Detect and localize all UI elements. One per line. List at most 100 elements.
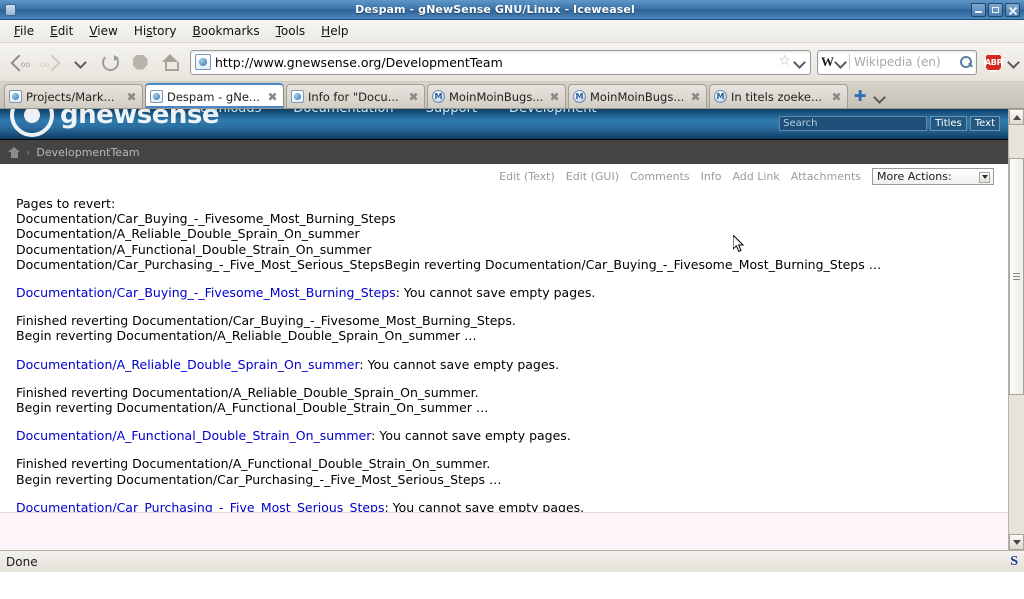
adblock-dropdown-icon[interactable] (1009, 58, 1018, 67)
tab-despam-active[interactable]: Despam - gNe... ✖ (145, 83, 284, 108)
tab-label: In titels zoeke... (731, 89, 822, 104)
reload-button[interactable] (96, 48, 124, 76)
content-line: Documentation/A_Functional_Double_Strain… (16, 241, 372, 257)
more-actions-select[interactable]: More Actions: (872, 167, 994, 185)
breadcrumb-page[interactable]: DevelopmentTeam (36, 146, 139, 159)
forward-button[interactable]: oo (36, 48, 64, 76)
tab-label: Despam - gNe... (167, 89, 260, 104)
tab-moinmoinbugs-1[interactable]: MoinMoinBugs... ✖ (427, 84, 566, 108)
back-arrow-icon: oo (12, 55, 31, 70)
status-message: Done (6, 554, 38, 569)
site-search-input[interactable]: Search (779, 116, 928, 131)
page-content: Pages to revert: Documentation/Car_Buyin… (0, 188, 1008, 543)
tab-close-icon[interactable]: ✖ (548, 91, 561, 103)
menu-help[interactable]: Help (313, 22, 356, 40)
browser-viewport: gnewsense Downloads Documentation Suppor… (0, 109, 1024, 550)
menu-edit[interactable]: Edit (42, 22, 81, 40)
home-icon[interactable] (8, 146, 20, 158)
error-message: : You cannot save empty pages. (359, 356, 560, 372)
home-button[interactable] (156, 48, 184, 76)
tab-in-titels-zoeken[interactable]: In titels zoeke... ✖ (709, 84, 848, 108)
address-bar[interactable]: http://www.gnewsense.org/DevelopmentTeam… (190, 49, 811, 75)
search-bar[interactable]: W Wikipedia (en) (817, 49, 977, 75)
scrollbar-thumb[interactable] (1009, 157, 1024, 395)
menu-file-rest: ile (20, 24, 35, 38)
moinmoin-favicon-icon (573, 90, 586, 103)
wiki-link[interactable]: Documentation/Car_Buying_-_Fivesome_Most… (16, 285, 396, 300)
search-engine-selector[interactable]: W (821, 54, 850, 70)
site-logo[interactable]: gnewsense (10, 109, 220, 137)
content-line: Documentation/A_Functional_Double_Strain… (16, 428, 994, 443)
menu-view[interactable]: View (81, 22, 125, 40)
menu-bookmarks[interactable]: Bookmarks (185, 22, 268, 40)
window-title: Despam - gNewSense GNU/Linux - Iceweasel (355, 3, 635, 16)
scrollbar-track[interactable] (1009, 125, 1024, 534)
tab-projects-mark[interactable]: Projects/Mark... ✖ (4, 84, 143, 108)
star-icon[interactable]: ☆ (777, 54, 792, 69)
wiki-link[interactable]: Documentation/A_Reliable_Double_Sprain_O… (16, 357, 359, 372)
tab-close-icon[interactable]: ✖ (407, 91, 420, 103)
moinmoin-favicon-icon (432, 90, 445, 103)
tab-label: MoinMoinBugs... (590, 89, 685, 104)
close-button[interactable] (1005, 2, 1020, 17)
search-input[interactable]: Wikipedia (en) (854, 55, 960, 69)
tab-close-icon[interactable]: ✖ (266, 91, 279, 103)
maximize-button[interactable] (988, 2, 1003, 17)
content-line: Pages to revert: (16, 196, 116, 211)
tab-close-icon[interactable]: ✖ (125, 91, 138, 103)
breadcrumb: › DevelopmentTeam (0, 139, 1008, 164)
menu-file[interactable]: File (6, 22, 42, 40)
site-search-titles-button[interactable]: Titles (930, 116, 967, 131)
tab-moinmoinbugs-2[interactable]: MoinMoinBugs... ✖ (568, 84, 707, 108)
new-tab-button[interactable]: ✚ (850, 87, 870, 105)
site-search-text-button[interactable]: Text (969, 116, 1000, 131)
window-controls (971, 2, 1020, 17)
page-scrollbar[interactable] (1008, 109, 1024, 550)
scroll-up-arrow-icon[interactable] (1009, 109, 1024, 125)
content-block-error-2: Documentation/A_Reliable_Double_Sprain_O… (16, 357, 994, 372)
gnewsense-swirl-icon (10, 109, 54, 137)
menu-tools[interactable]: Tools (268, 22, 314, 40)
content-line: Finished reverting Documentation/A_Funct… (16, 456, 491, 472)
stop-button[interactable] (126, 48, 154, 76)
history-dropdown-button[interactable] (66, 48, 94, 76)
content-block-status-2: Finished reverting Documentation/A_Relia… (16, 385, 994, 415)
content-line: Finished reverting Documentation/A_Relia… (16, 384, 479, 400)
reload-icon (101, 53, 119, 71)
action-edit-gui[interactable]: Edit (GUI) (566, 170, 619, 183)
minimize-button[interactable] (971, 2, 986, 17)
tab-close-icon[interactable]: ✖ (830, 91, 843, 103)
magnifier-icon[interactable] (960, 55, 973, 69)
tab-list-button[interactable] (870, 93, 888, 102)
adblock-button[interactable]: ABP (984, 52, 1003, 72)
scroll-down-arrow-icon[interactable] (1009, 534, 1024, 550)
menu-history[interactable]: History (126, 22, 185, 40)
action-add-link[interactable]: Add Link (732, 170, 779, 183)
site-header-banner: gnewsense Downloads Documentation Suppor… (0, 109, 1008, 139)
url-text[interactable]: http://www.gnewsense.org/DevelopmentTeam (215, 55, 777, 70)
site-nav-downloads[interactable]: Downloads (190, 109, 261, 116)
site-nav-support[interactable]: Support (426, 109, 477, 116)
wiki-link[interactable]: Documentation/A_Functional_Double_Strain… (16, 428, 371, 443)
web-page: gnewsense Downloads Documentation Suppor… (0, 109, 1008, 550)
chevron-down-icon[interactable] (795, 58, 804, 67)
action-info[interactable]: Info (701, 170, 722, 183)
back-button[interactable]: oo (6, 48, 34, 76)
page-favicon-icon (150, 90, 163, 103)
content-line: Documentation/Car_Purchasing_-_Five_Most… (16, 256, 882, 272)
error-message: : You cannot save empty pages. (395, 285, 596, 301)
forward-arrow-icon: oo (40, 55, 59, 70)
site-nav-documentation[interactable]: Documentation (293, 109, 393, 116)
action-edit-text[interactable]: Edit (Text) (499, 170, 555, 183)
page-actions: Edit (Text) Edit (GUI) Comments Info Add… (0, 164, 1008, 188)
addon-status-icon[interactable]: S (1010, 554, 1018, 570)
action-attachments[interactable]: Attachments (791, 170, 861, 183)
content-line: Documentation/A_Reliable_Double_Sprain_O… (16, 357, 994, 372)
tab-info-for-docu[interactable]: Info for "Docu... ✖ (286, 84, 425, 108)
navigation-toolbar: oo oo http://www.gnewsense.org/Developme… (0, 43, 1024, 82)
site-nav-development[interactable]: Development (509, 109, 597, 116)
more-actions-label: More Actions: (877, 169, 952, 183)
tab-close-icon[interactable]: ✖ (689, 91, 702, 103)
action-comments[interactable]: Comments (630, 170, 690, 183)
content-line: Documentation/Car_Buying_-_Fivesome_Most… (16, 211, 396, 227)
